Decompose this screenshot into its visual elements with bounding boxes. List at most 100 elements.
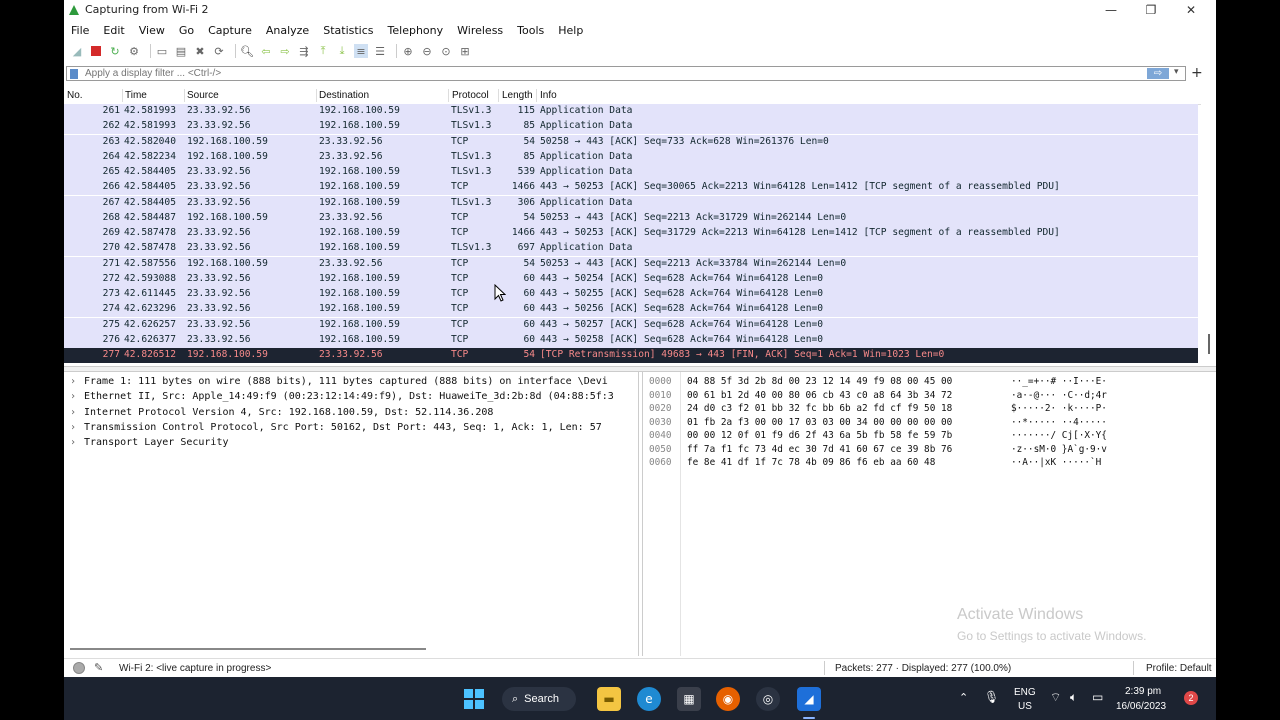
find-packet-icon[interactable]: 🔍︎ — [240, 44, 254, 58]
menu-tools[interactable]: Tools — [510, 24, 551, 37]
close-button[interactable]: ✕ — [1171, 0, 1211, 20]
restart-capture-icon[interactable]: ↻ — [108, 44, 122, 58]
chevron-right-icon[interactable]: › — [70, 391, 84, 402]
chevron-right-icon[interactable]: › — [70, 422, 84, 433]
packet-row[interactable]: 265 42.584405 23.33.92.56 192.168.100.59 TLS… — [64, 165, 1198, 180]
wireshark-taskbar-icon[interactable]: ◢ — [797, 687, 821, 711]
column-divider[interactable] — [122, 89, 123, 102]
packet-row[interactable]: 261 42.581993 23.33.92.56 192.168.100.59 TLS… — [64, 104, 1198, 119]
packet-list-scrollbar[interactable] — [1201, 104, 1216, 364]
detail-tree-item[interactable]: › Internet Protocol Version 4, Src: 192.1… — [70, 407, 493, 422]
column-divider[interactable] — [316, 89, 317, 102]
zoom-out-icon[interactable]: ⊖ — [420, 44, 434, 58]
stop-capture-icon[interactable] — [89, 44, 103, 58]
packet-row[interactable]: 271 42.587556 192.168.100.59 23.33.92.56 TCP… — [64, 256, 1198, 272]
column-header-destination[interactable]: Destination — [319, 90, 369, 101]
expert-info-icon[interactable] — [73, 662, 85, 674]
menu-view[interactable]: View — [132, 24, 172, 37]
last-packet-icon[interactable]: ⤓ — [335, 44, 349, 58]
packet-row[interactable]: 272 42.593088 23.33.92.56 192.168.100.59 TCP… — [64, 271, 1198, 287]
scrollbar-thumb[interactable] — [1208, 334, 1210, 354]
chevron-right-icon[interactable]: › — [70, 407, 84, 418]
chevron-right-icon[interactable]: › — [70, 437, 84, 448]
column-divider[interactable] — [184, 89, 185, 102]
packet-row[interactable]: 264 42.582234 192.168.100.59 23.33.92.56 TLS… — [64, 149, 1198, 165]
go-to-packet-icon[interactable]: ⇶ — [297, 44, 311, 58]
minimize-button[interactable]: — — [1091, 0, 1131, 20]
go-forward-icon[interactable]: ⇨ — [278, 44, 292, 58]
column-header-length[interactable]: Length — [502, 90, 533, 101]
wifi-icon[interactable]: ⌔ — [1050, 690, 1061, 705]
taskbar-search-button[interactable]: ⌕ Search — [502, 687, 576, 711]
open-file-icon[interactable]: ▭ — [155, 44, 169, 58]
capture-comment-icon[interactable]: ✎ — [94, 661, 103, 674]
microphone-icon[interactable]: 🎙︎ — [984, 690, 999, 704]
store-icon[interactable]: ▦ — [677, 687, 701, 711]
menu-telephony[interactable]: Telephony — [381, 24, 451, 37]
column-header-protocol[interactable]: Protocol — [452, 90, 489, 101]
packet-row[interactable]: 274 42.623296 23.33.92.56 192.168.100.59 TCP… — [64, 302, 1198, 318]
packet-row[interactable]: 270 42.587478 23.33.92.56 192.168.100.59 TLS… — [64, 241, 1198, 257]
zoom-in-icon[interactable]: ⊕ — [401, 44, 415, 58]
chevron-down-icon[interactable]: ▾ — [1174, 67, 1179, 77]
packet-row[interactable]: 275 42.626257 23.33.92.56 192.168.100.59 TCP… — [64, 317, 1198, 333]
menu-edit[interactable]: Edit — [96, 24, 131, 37]
first-packet-icon[interactable]: ⤒ — [316, 44, 330, 58]
profile-selector[interactable]: Profile: Default — [1146, 663, 1212, 674]
notification-badge[interactable]: 2 — [1184, 691, 1198, 705]
start-menu-icon[interactable] — [462, 687, 486, 711]
battery-icon[interactable]: ▭ — [1092, 690, 1103, 704]
apply-filter-arrow-icon[interactable]: ⇨ — [1147, 68, 1169, 79]
packet-row[interactable]: 267 42.584405 23.33.92.56 192.168.100.59 TLS… — [64, 195, 1198, 211]
detail-tree-item[interactable]: › Ethernet II, Src: Apple_14:49:f9 (00:23… — [70, 391, 614, 406]
language-code[interactable]: ENG — [1014, 687, 1036, 698]
go-back-icon[interactable]: ⇦ — [259, 44, 273, 58]
column-header-no[interactable]: No. — [67, 90, 83, 101]
packet-row[interactable]: 269 42.587478 23.33.92.56 192.168.100.59 TCP… — [64, 226, 1198, 241]
edge-browser-icon[interactable]: e — [637, 687, 661, 711]
add-filter-button-icon[interactable]: + — [1191, 65, 1203, 81]
chrome-icon[interactable]: ◎ — [756, 687, 780, 711]
clock-date[interactable]: 16/06/2023 — [1116, 701, 1166, 712]
zoom-reset-icon[interactable]: ⊙ — [439, 44, 453, 58]
chevron-right-icon[interactable]: › — [70, 376, 84, 387]
maximize-button[interactable]: ❐ — [1131, 0, 1171, 20]
menu-help[interactable]: Help — [551, 24, 590, 37]
capture-options-icon[interactable]: ⚙ — [127, 44, 141, 58]
column-header-source[interactable]: Source — [187, 90, 219, 101]
close-file-icon[interactable]: ✖ — [193, 44, 207, 58]
menu-analyze[interactable]: Analyze — [259, 24, 316, 37]
packet-row[interactable]: 263 42.582040 192.168.100.59 23.33.92.56 TCP… — [64, 134, 1198, 150]
detail-tree-item[interactable]: › Transport Layer Security — [70, 437, 229, 452]
packet-row-selected[interactable]: 277 42.826512 192.168.100.59 23.33.92.56 TCP… — [64, 348, 1198, 363]
resize-columns-icon[interactable]: ⊞ — [458, 44, 472, 58]
packet-row[interactable]: 268 42.584487 192.168.100.59 23.33.92.56 TCP… — [64, 210, 1198, 226]
detail-tree-item[interactable]: › Frame 1: 111 bytes on wire (888 bits), … — [70, 376, 608, 391]
menu-go[interactable]: Go — [172, 24, 201, 37]
save-file-icon[interactable]: ▤ — [174, 44, 188, 58]
reload-file-icon[interactable]: ⟳ — [212, 44, 226, 58]
menu-capture[interactable]: Capture — [201, 24, 259, 37]
clock-time[interactable]: 2:39 pm — [1125, 686, 1161, 697]
volume-icon[interactable]: 🔈︎ — [1070, 690, 1077, 705]
start-capture-icon[interactable]: ◢ — [70, 44, 84, 58]
details-horizontal-scrollbar[interactable] — [70, 648, 426, 650]
display-filter-input[interactable] — [66, 66, 1186, 81]
column-divider[interactable] — [536, 89, 537, 102]
packet-row[interactable]: 266 42.584405 23.33.92.56 192.168.100.59 TCP… — [64, 180, 1198, 196]
bookmark-icon[interactable] — [70, 69, 78, 79]
packet-row[interactable]: 273 42.611445 23.33.92.56 192.168.100.59 TCP… — [64, 287, 1198, 302]
column-header-info[interactable]: Info — [540, 90, 557, 101]
language-region[interactable]: US — [1018, 701, 1032, 712]
file-explorer-icon[interactable]: ▬ — [597, 687, 621, 711]
firefox-icon[interactable]: ◉ — [716, 687, 740, 711]
show-hidden-icons-chevron-icon[interactable]: ⌃ — [959, 691, 968, 704]
column-divider[interactable] — [498, 89, 499, 102]
detail-tree-item[interactable]: › Transmission Control Protocol, Src Port… — [70, 422, 602, 437]
column-header-time[interactable]: Time — [125, 90, 147, 101]
colorize-icon[interactable]: ☰ — [373, 44, 387, 58]
packet-row[interactable]: 276 42.626377 23.33.92.56 192.168.100.59 TCP… — [64, 332, 1198, 348]
column-divider[interactable] — [448, 89, 449, 102]
packet-row[interactable]: 262 42.581993 23.33.92.56 192.168.100.59 TLS… — [64, 119, 1198, 135]
menu-wireless[interactable]: Wireless — [450, 24, 510, 37]
